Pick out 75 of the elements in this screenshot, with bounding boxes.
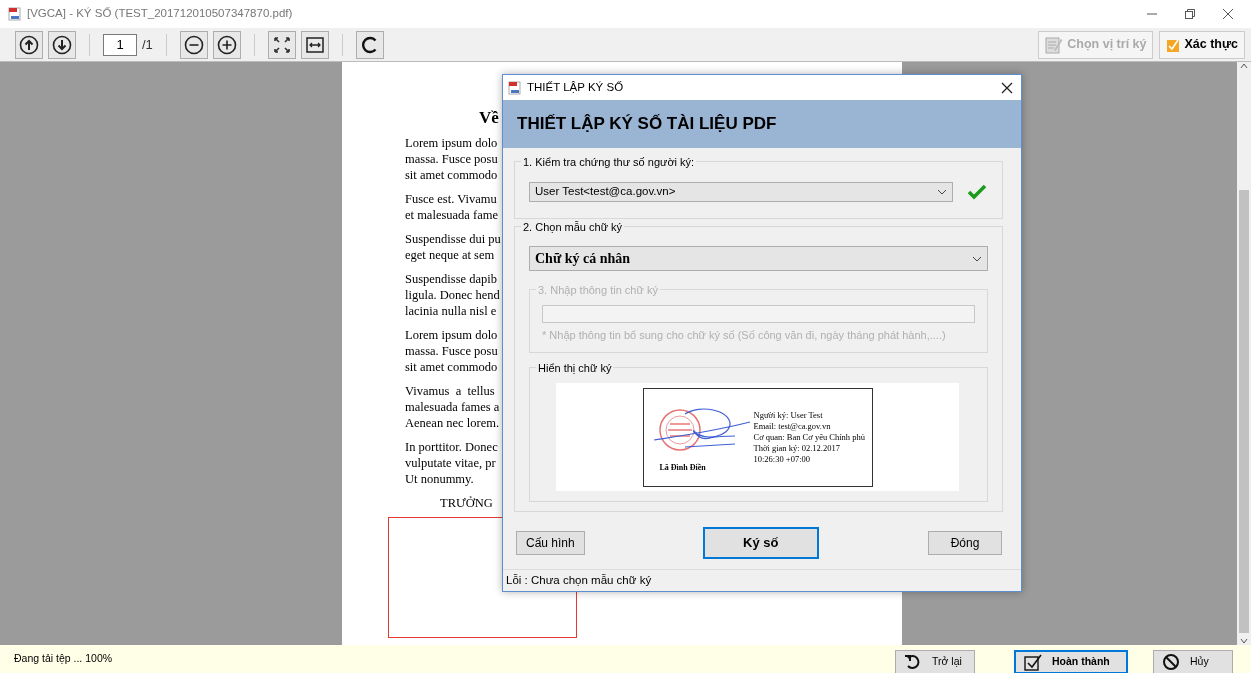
document-text-line: lacinia nulla nisl e [405,303,497,319]
certificate-dropdown[interactable]: User Test<test@ca.gov.vn> [529,182,953,202]
document-text-line: Suspendisse dapib [405,271,497,287]
signature-info-line: 10:26:30 +07:00 [753,453,811,465]
scroll-up-icon[interactable] [1240,62,1248,70]
document-text-line: Ut nonummy. [405,471,474,487]
chevron-down-icon [972,255,982,262]
document-text-line: Lorem ipsum dolo [405,135,498,151]
document-text-line: In porttitor. Donec [405,439,498,455]
document-text-line: et malesuada fame [405,207,498,223]
pdf-file-icon [8,7,21,21]
window-title: [VGCA] - KÝ SỐ (TEST_201712010507347870.pdf) [27,6,293,22]
dialog-button[interactable]: Cấu hình [516,531,585,555]
signature-info-line: Người ký: User Test [753,409,824,421]
restore-icon[interactable] [1185,9,1195,19]
signature-info-line: Thời gian ký: 02.12.2017 [753,442,841,454]
chevron-down-icon [937,189,947,195]
undo-icon [904,653,922,671]
document-text-line: ligula. Donec hend [405,287,500,303]
close-icon[interactable] [1223,9,1233,19]
arrow-down-icon [52,34,72,55]
document-text-line: Suspendisse dui pu [405,231,501,247]
loading-status: Đang tải tệp ... 100% [14,651,113,667]
document-text-line: massa. Fusce posu [405,151,498,167]
status-action-button[interactable]: Hủy [1153,650,1233,673]
previous-page-button[interactable] [15,30,43,59]
refresh-button[interactable] [355,30,384,59]
pdf-file-icon [508,80,521,95]
plus-icon [216,34,237,55]
scroll-down-icon[interactable] [1240,637,1248,645]
document-text-line: eget neque at sem [405,247,495,263]
document-text-line: Lorem ipsum dolo [405,327,498,343]
document-text-line: sit amet commodo [405,359,498,375]
checkbox-icon [1024,653,1042,671]
document-text-line: Vivamus a tellus [405,383,495,399]
dialog-title: THIẾT LẬP KÝ SỐ [527,79,624,95]
signer-name: Lã Đình Điền [659,461,706,473]
group-label: Hiển thị chữ ký [536,360,614,377]
close-icon[interactable] [1001,81,1013,94]
signer-title: TRƯỞNG [439,495,493,511]
fit-width-button[interactable] [300,30,329,59]
document-text-line: malesuada fames a [405,399,500,415]
zoom-in-button[interactable] [212,30,241,59]
dialog-button[interactable]: Đóng [928,531,1002,555]
zoom-out-button[interactable] [179,30,208,59]
fit-width-icon [304,34,325,55]
document-text-line: massa. Fusce posu [405,343,498,359]
minus-icon [183,34,204,55]
status-action-button[interactable]: Hoàn thành [1014,650,1128,673]
vertical-scrollbar[interactable] [1237,62,1251,645]
group-label: 2. Chọn mẫu chữ ký [521,219,625,236]
signature-info-line: Cơ quan: Ban Cơ yếu Chính phủ [753,431,865,443]
signature-info-line: Email: test@ca.gov.vn [753,420,832,432]
document-text-line: vulputate vitae, pr [405,455,496,471]
dialog-status: Lỗi : Chưa chọn mẫu chữ ký [506,572,652,588]
field-hint: * Nhập thông tin bổ sung cho chữ ký số (Số công văn đi, ngày tháng phát hành,....) [542,328,947,343]
dialog-button[interactable]: Ký số [702,527,819,559]
document-text-line: Fusce est. Vivamu [405,191,497,207]
document-heading: Về [479,107,499,129]
document-text-line: sit amet commodo [405,167,498,183]
group-label: 1. Kiểm tra chứng thư số người ký: [521,154,697,171]
status-action-button[interactable]: Trở lại [895,650,975,673]
page-total: /1 [142,35,153,54]
verify-button[interactable]: Xác thực [1159,30,1245,59]
document-text-line: Aenean nec lorem. [405,415,500,431]
expand-icon [271,34,292,55]
next-page-button[interactable] [48,30,76,59]
arrow-up-icon [19,34,39,55]
document-pen-icon [1045,35,1064,54]
fit-page-button[interactable] [267,30,296,59]
dialog-header: THIẾT LẬP KÝ SỐ TÀI LIỆU PDF [503,100,1021,148]
template-dropdown[interactable]: Chữ ký cá nhân [529,246,988,271]
page-number-field[interactable]: 1 [103,33,137,56]
prohibited-icon [1162,653,1180,671]
choose-position-button: Chọn vị trí ký [1038,30,1154,59]
